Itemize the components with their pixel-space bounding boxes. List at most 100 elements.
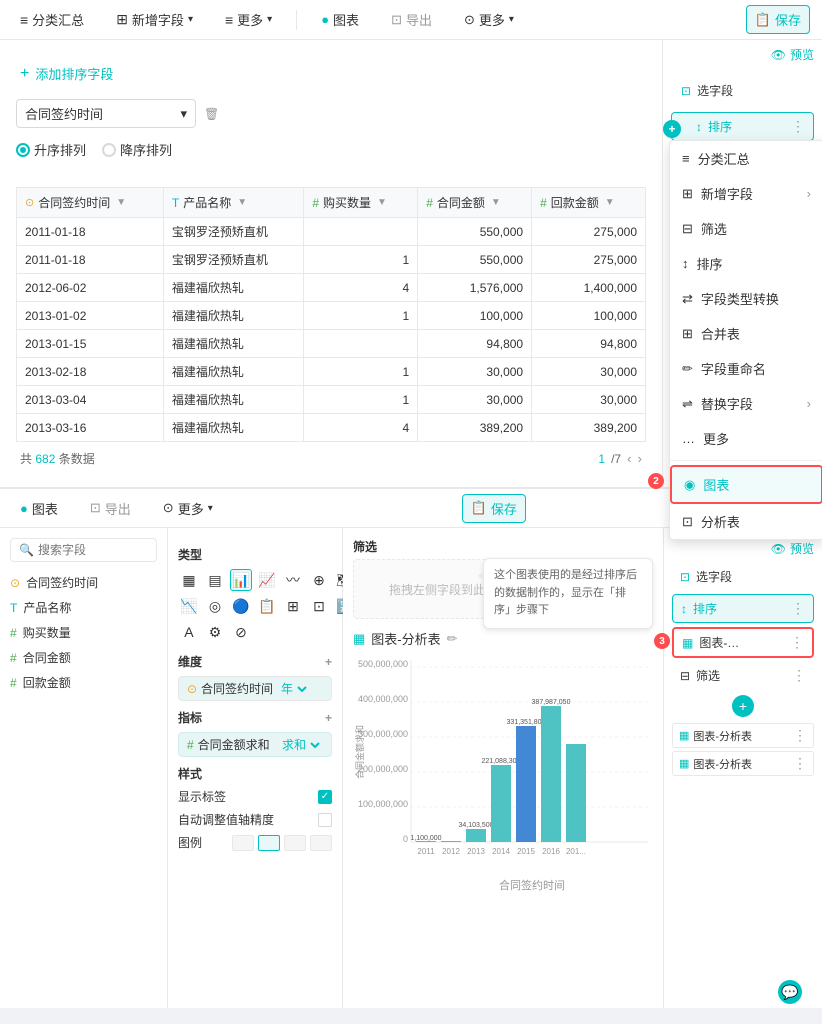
add-step-btn[interactable]: + bbox=[732, 695, 754, 717]
more-btn[interactable]: ≡ 更多 ▾ bbox=[217, 6, 280, 33]
type-area[interactable]: 📉 bbox=[178, 595, 200, 617]
lower-save-btn[interactable]: 📋 保存 bbox=[462, 494, 526, 523]
type-bubble[interactable]: 🔵 bbox=[230, 595, 252, 617]
type-crosstab[interactable]: ▤ bbox=[204, 569, 226, 591]
dimension-tag[interactable]: ⊙ 合同签约时间 年 月 日 bbox=[178, 676, 332, 701]
col-header-amount[interactable]: # 合同金额 ▼ bbox=[418, 188, 532, 218]
type-line[interactable]: 📈 bbox=[256, 569, 278, 591]
field-time-icon: ⊙ bbox=[10, 576, 20, 590]
prev-page-btn[interactable]: ‹ bbox=[627, 451, 631, 466]
asc-radio[interactable]: 升序排列 bbox=[16, 140, 86, 159]
select-field-item[interactable]: ⊡ 选字段 bbox=[673, 77, 812, 104]
type-scatter[interactable]: ◎ bbox=[204, 595, 226, 617]
legend-opt-1[interactable] bbox=[232, 835, 254, 851]
save-btn[interactable]: 📋 保存 bbox=[746, 5, 810, 34]
fab-button[interactable]: 💬 bbox=[778, 980, 802, 1004]
field-num-icon-return: # bbox=[10, 676, 17, 690]
legend-opt-2[interactable] bbox=[258, 835, 280, 851]
chart-edit-icon[interactable]: ✏ bbox=[447, 631, 458, 647]
metric-add-icon[interactable]: + bbox=[325, 711, 332, 725]
add-sort-field-btn[interactable]: + 添加排序字段 bbox=[16, 64, 646, 83]
lower-filter-dots[interactable]: ⋮ bbox=[792, 667, 806, 684]
type-combo[interactable]: ⊞ bbox=[282, 595, 304, 617]
type-gauge[interactable]: ⊡ bbox=[308, 595, 330, 617]
sub-item-1[interactable]: ▦ 图表-分析表 ⋮ bbox=[672, 723, 814, 748]
type-text-card[interactable]: A bbox=[178, 621, 200, 643]
divider bbox=[670, 460, 822, 461]
field-item-date[interactable]: ⊙ 合同签约时间 bbox=[10, 570, 157, 595]
metric-section-label: 指标 + bbox=[178, 709, 332, 726]
step3-dots[interactable]: ⋮ bbox=[790, 634, 804, 651]
menu-chart[interactable]: ◉ 图表 bbox=[670, 465, 822, 504]
preview-icon: 👁 bbox=[771, 48, 786, 62]
sort-active-item[interactable]: ↕ 排序 ⋮ bbox=[671, 112, 814, 141]
chevron-down-icon: ▾ bbox=[180, 106, 187, 122]
delete-icon[interactable]: 🗑 bbox=[204, 107, 219, 121]
type-custom[interactable]: ⚙ bbox=[204, 621, 226, 643]
sub-item-1-dots[interactable]: ⋮ bbox=[793, 727, 807, 744]
col-header-product[interactable]: T 产品名称 ▼ bbox=[163, 188, 303, 218]
type-bar[interactable]: 📊 bbox=[230, 569, 252, 591]
desc-radio[interactable]: 降序排列 bbox=[102, 140, 172, 159]
dimension-add-icon[interactable]: + bbox=[325, 655, 332, 669]
next-page-btn[interactable]: › bbox=[638, 451, 642, 466]
search-field-wrapper[interactable]: 🔍 bbox=[10, 538, 157, 562]
agg-select[interactable]: 求和 平均 计数 bbox=[278, 737, 323, 753]
chart-table-icon: ▦ bbox=[353, 631, 365, 647]
chart-menu-item-wrapper: ◉ 图表 2 bbox=[670, 465, 822, 504]
lower-chart-btn[interactable]: ● 图表 bbox=[12, 495, 66, 522]
sort-field-select[interactable]: 合同签约时间 ▾ bbox=[16, 99, 196, 128]
svg-text:331,351,800: 331,351,800 bbox=[507, 719, 546, 726]
lower-select-field[interactable]: ⊡ 选字段 bbox=[672, 563, 814, 590]
lower-sort-dots[interactable]: ⋮ bbox=[791, 600, 805, 617]
field-item-amount[interactable]: # 合同金额 bbox=[10, 645, 157, 670]
more2-btn[interactable]: ⊙ 更多 ▾ bbox=[456, 6, 522, 33]
col-label-date: 合同签约时间 bbox=[38, 194, 110, 211]
legend-opt-3[interactable] bbox=[284, 835, 306, 851]
chart-btn[interactable]: ● 图表 bbox=[313, 6, 367, 33]
add-field-btn[interactable]: ⊞ 新增字段 ▾ bbox=[108, 6, 201, 33]
lower-more-btn[interactable]: ⊙ 更多 ▾ bbox=[155, 495, 221, 522]
export-btn[interactable]: ⊡ 导出 bbox=[383, 6, 440, 33]
show-labels-checkbox[interactable]: ✓ bbox=[318, 790, 332, 804]
lower-filter-item[interactable]: ⊟ 筛选 ⋮ bbox=[672, 662, 814, 689]
type-pivot[interactable]: 📋 bbox=[256, 595, 278, 617]
sub-item-2-dots[interactable]: ⋮ bbox=[793, 755, 807, 772]
step3-chart-item[interactable]: ▦ 图表-… ⋮ bbox=[672, 627, 814, 658]
sort-menu-dots[interactable]: ⋮ bbox=[791, 118, 805, 135]
lower-export-btn[interactable]: ⊡ 导出 bbox=[82, 495, 139, 522]
menu-filter[interactable]: ⊟ 筛选 bbox=[670, 211, 822, 246]
preview-btn[interactable]: 👁 预览 bbox=[771, 46, 814, 63]
type-table[interactable]: ▦ bbox=[178, 569, 200, 591]
col-header-date[interactable]: ⊙ 合同签约时间 ▼ bbox=[17, 188, 164, 218]
lower-sort-item[interactable]: ↕ 排序 ⋮ bbox=[672, 594, 814, 623]
upper-section: + 添加排序字段 合同签约时间 ▾ 🗑 升序排列 降序排列 bbox=[0, 40, 822, 488]
metric-tag[interactable]: # 合同金额求和 求和 平均 计数 bbox=[178, 732, 332, 757]
sub-item-2[interactable]: ▦ 图表-分析表 ⋮ bbox=[672, 751, 814, 776]
menu-replace[interactable]: ⇌ 替换字段 › bbox=[670, 386, 822, 421]
field-item-return[interactable]: # 回款金额 bbox=[10, 670, 157, 695]
menu-classify[interactable]: ≡ 分类汇总 bbox=[670, 141, 822, 176]
menu-type-convert[interactable]: ⇄ 字段类型转换 bbox=[670, 281, 822, 316]
menu-merge[interactable]: ⊞ 合并表 bbox=[670, 316, 822, 351]
step-plus-btn[interactable]: + bbox=[663, 120, 681, 138]
field-item-product[interactable]: T 产品名称 bbox=[10, 595, 157, 620]
type-wave[interactable]: 〰 bbox=[282, 569, 304, 591]
menu-more[interactable]: … 更多 bbox=[670, 421, 822, 456]
lower-right-preview-btn[interactable]: 👁 预览 bbox=[771, 540, 814, 557]
auto-adjust-checkbox[interactable] bbox=[318, 813, 332, 827]
menu-sort[interactable]: ↕ 排序 bbox=[670, 246, 822, 281]
legend-opt-4[interactable] bbox=[310, 835, 332, 851]
period-select[interactable]: 年 月 日 bbox=[277, 681, 310, 697]
col-header-qty[interactable]: # 购买数量 ▼ bbox=[304, 188, 418, 218]
menu-add-field[interactable]: ⊞ 新增字段 › bbox=[670, 176, 822, 211]
bar-2013 bbox=[466, 829, 486, 842]
menu-analysis[interactable]: ⊡ 分析表 bbox=[670, 504, 822, 539]
type-pie[interactable]: ⊕ bbox=[308, 569, 330, 591]
col-header-return[interactable]: # 回款金额 ▼ bbox=[532, 188, 646, 218]
search-input[interactable] bbox=[38, 543, 148, 557]
type-other[interactable]: ⊘ bbox=[230, 621, 252, 643]
classify-btn[interactable]: ≡ 分类汇总 bbox=[12, 6, 92, 33]
menu-rename[interactable]: ✏ 字段重命名 bbox=[670, 351, 822, 386]
field-item-qty[interactable]: # 购买数量 bbox=[10, 620, 157, 645]
